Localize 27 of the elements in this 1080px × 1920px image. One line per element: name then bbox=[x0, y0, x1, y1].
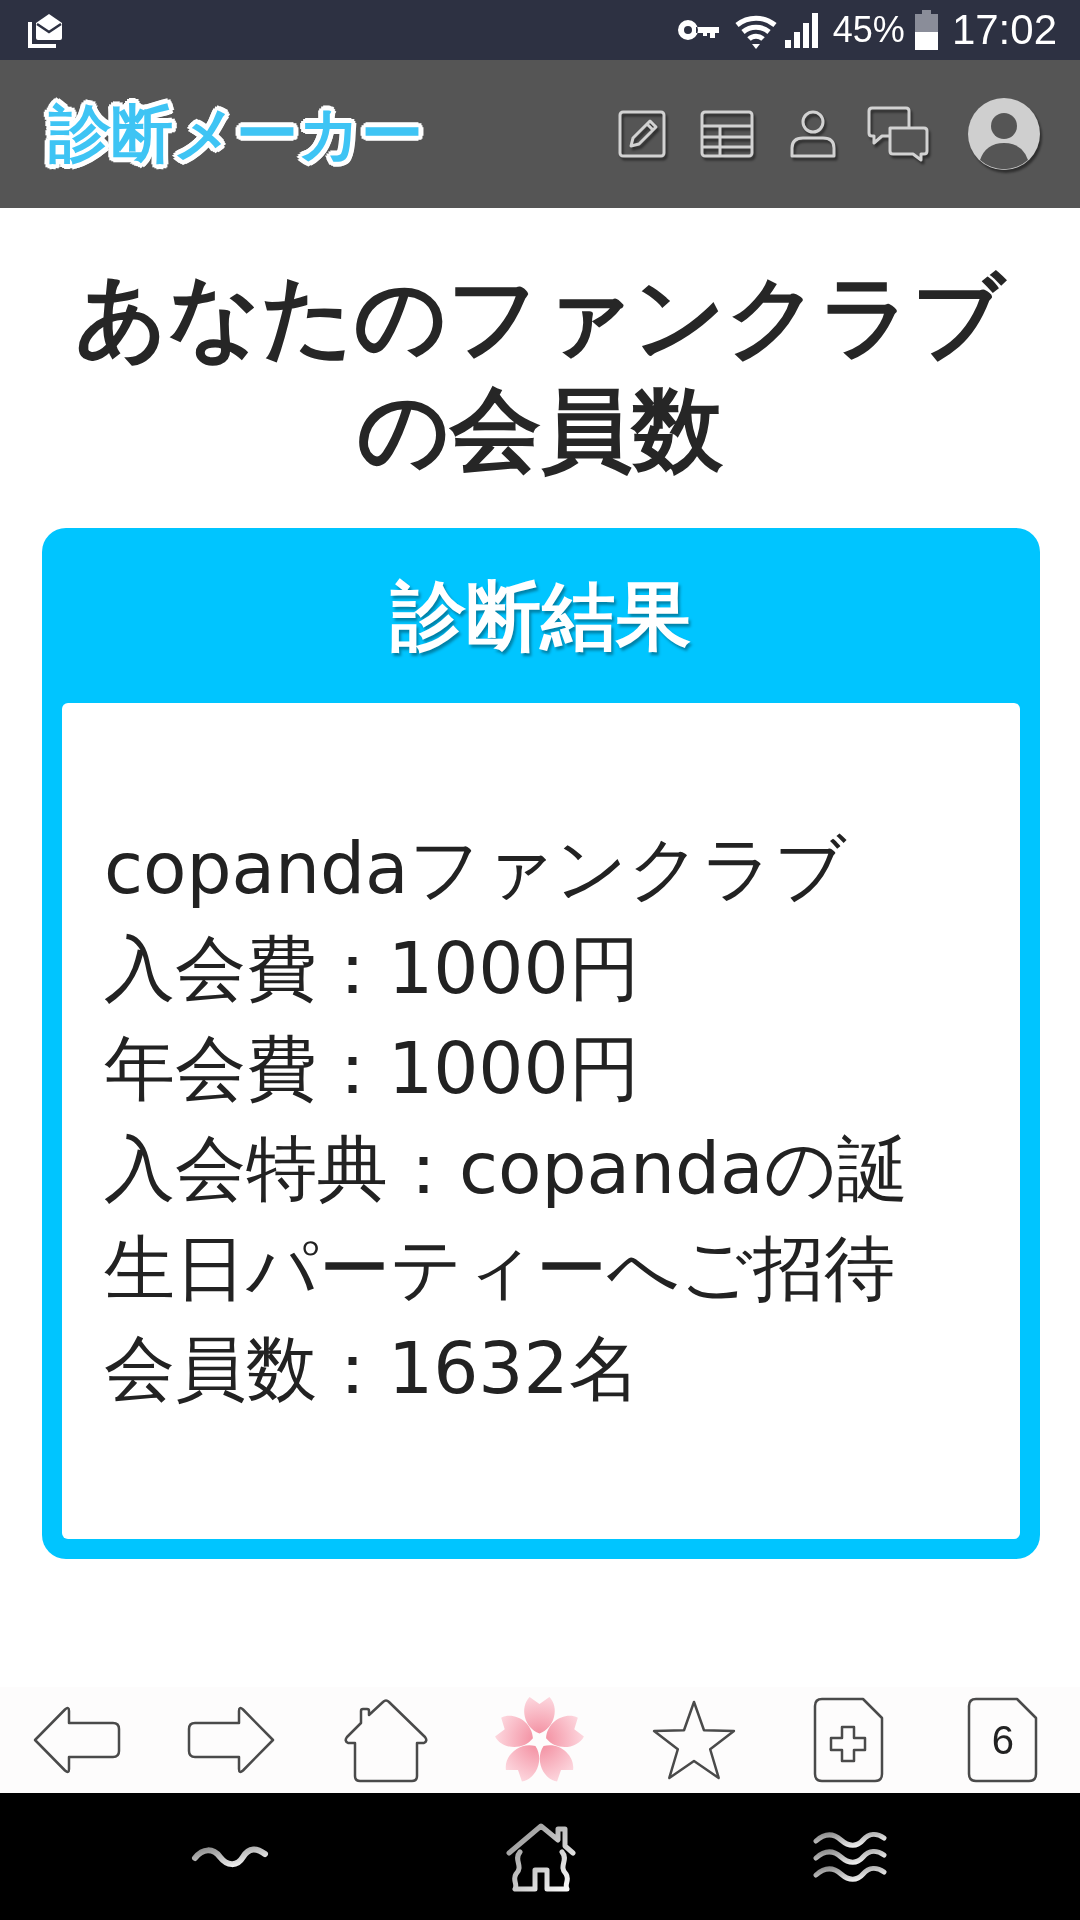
user-icon[interactable] bbox=[789, 109, 837, 159]
table-icon[interactable] bbox=[700, 110, 754, 158]
new-tab-icon[interactable] bbox=[813, 1697, 885, 1783]
forward-icon[interactable] bbox=[186, 1705, 277, 1775]
result-line: 入会費：1000円 bbox=[104, 926, 641, 1012]
edit-icon[interactable] bbox=[618, 109, 666, 159]
triple-wave-icon[interactable] bbox=[813, 1830, 887, 1883]
battery-icon bbox=[914, 10, 938, 50]
avatar-icon[interactable] bbox=[968, 98, 1040, 170]
wave-icon[interactable] bbox=[191, 1844, 269, 1869]
result-line: 入会特典：copandaの誕生日パーティーへご招待 bbox=[104, 1126, 909, 1312]
status-time: 17:02 bbox=[951, 7, 1057, 53]
chat-icon[interactable] bbox=[866, 106, 930, 162]
result-line: 年会費：1000円 bbox=[104, 1026, 641, 1112]
key-icon bbox=[676, 19, 719, 41]
logo[interactable]: 診断メーカー bbox=[45, 96, 427, 172]
battery-percentage: 45% bbox=[832, 10, 905, 50]
page-title: あなたのファンクラブの会員数 bbox=[74, 263, 1008, 484]
tab-count-button[interactable]: 6 bbox=[967, 1697, 1039, 1783]
result-line: 会員数：1632名 bbox=[104, 1326, 641, 1412]
signal-icon bbox=[784, 12, 821, 48]
envelope-icon bbox=[27, 11, 65, 49]
back-icon[interactable] bbox=[32, 1705, 123, 1775]
result-line: copandaファンクラブ bbox=[104, 826, 848, 912]
house-icon[interactable] bbox=[506, 1821, 576, 1892]
star-icon[interactable] bbox=[651, 1700, 738, 1780]
result-heading: 診断結果 bbox=[391, 570, 691, 661]
